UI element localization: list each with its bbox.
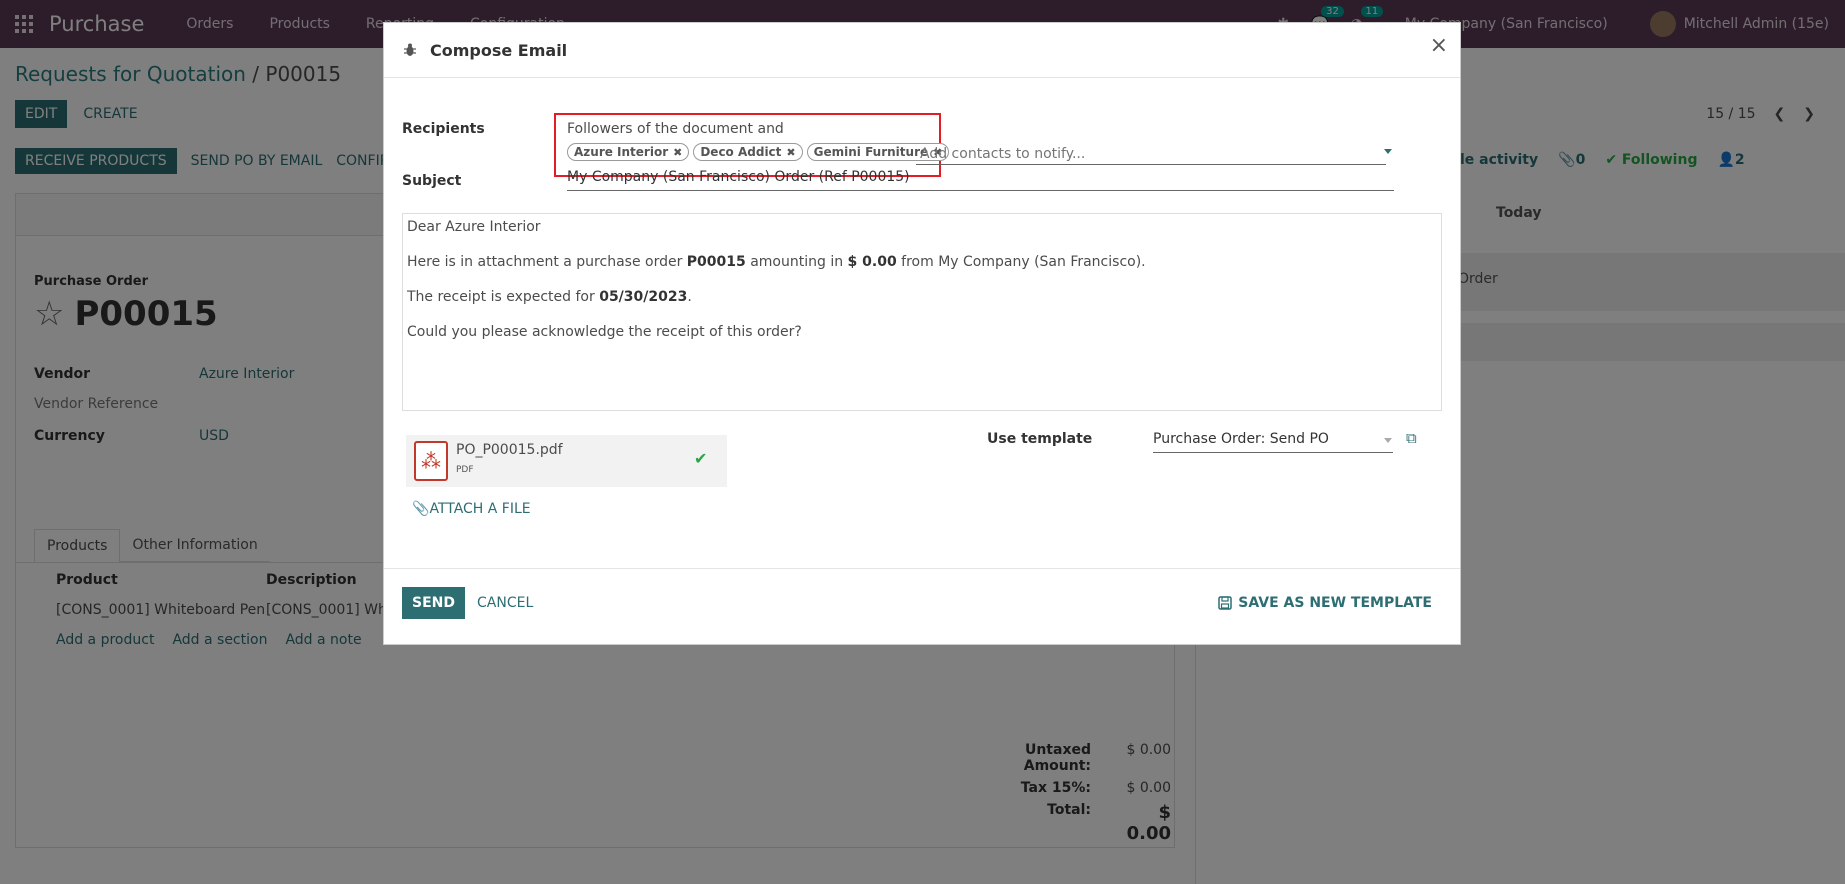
recipient-tags: Azure Interior ✖ Deco Addict ✖ Gemini Furn… [567,143,950,161]
body-line-receipt: The receipt is expected for 05/30/2023. [407,289,692,305]
dialog-title: Compose Email [430,40,568,60]
email-body-editor[interactable]: Dear Azure Interior Here is in attachmen… [402,213,1442,411]
remove-tag-icon[interactable]: ✖ [786,146,795,159]
external-link-icon[interactable]: ⧉ [1406,429,1417,447]
compose-email-dialog: Compose Email × Recipients Followers of … [383,22,1461,645]
chevron-down-icon[interactable] [1384,438,1392,443]
send-button[interactable]: SEND [402,587,465,619]
dialog-header: Compose Email [384,23,1460,78]
bug-icon [404,43,416,56]
save-as-template-button[interactable]: SAVE AS NEW TEMPLATE [1218,595,1432,611]
pdf-file-icon: ⁂ [414,441,448,481]
attach-file-button[interactable]: 📎ATTACH A FILE [412,501,531,517]
remove-tag-icon[interactable]: ✖ [673,146,682,159]
attachment-extension: PDF [456,465,474,475]
dialog-footer: SEND CANCEL SAVE AS NEW TEMPLATE [384,568,1460,644]
close-icon[interactable]: × [1430,33,1448,58]
body-line-attachment: Here is in attachment a purchase order P… [407,254,1146,270]
contacts-input[interactable] [916,143,1386,165]
floppy-disk-icon [1218,596,1233,610]
attachment-card[interactable]: ⁂ PO_P00015.pdf PDF ✔ [406,435,727,487]
subject-input[interactable]: My Company (San Francisco) Order (Ref P0… [567,169,1394,191]
subject-label: Subject [402,173,462,189]
followers-text: Followers of the document and [567,121,784,137]
recipients-label: Recipients [402,121,485,137]
paperclip-icon: 📎 [412,501,430,517]
recipient-tag[interactable]: Deco Addict ✖ [693,143,803,161]
check-icon: ✔ [694,449,708,468]
template-select[interactable]: Purchase Order: Send PO [1153,431,1393,453]
attachment-name: PO_P00015.pdf [456,442,563,458]
body-greeting: Dear Azure Interior [407,219,541,235]
template-label: Use template [987,431,1093,447]
body-line-acknowledge: Could you please acknowledge the receipt… [407,324,802,340]
chevron-down-icon[interactable] [1384,149,1392,154]
recipient-tag[interactable]: Azure Interior ✖ [567,143,690,161]
cancel-button[interactable]: CANCEL [477,595,533,611]
